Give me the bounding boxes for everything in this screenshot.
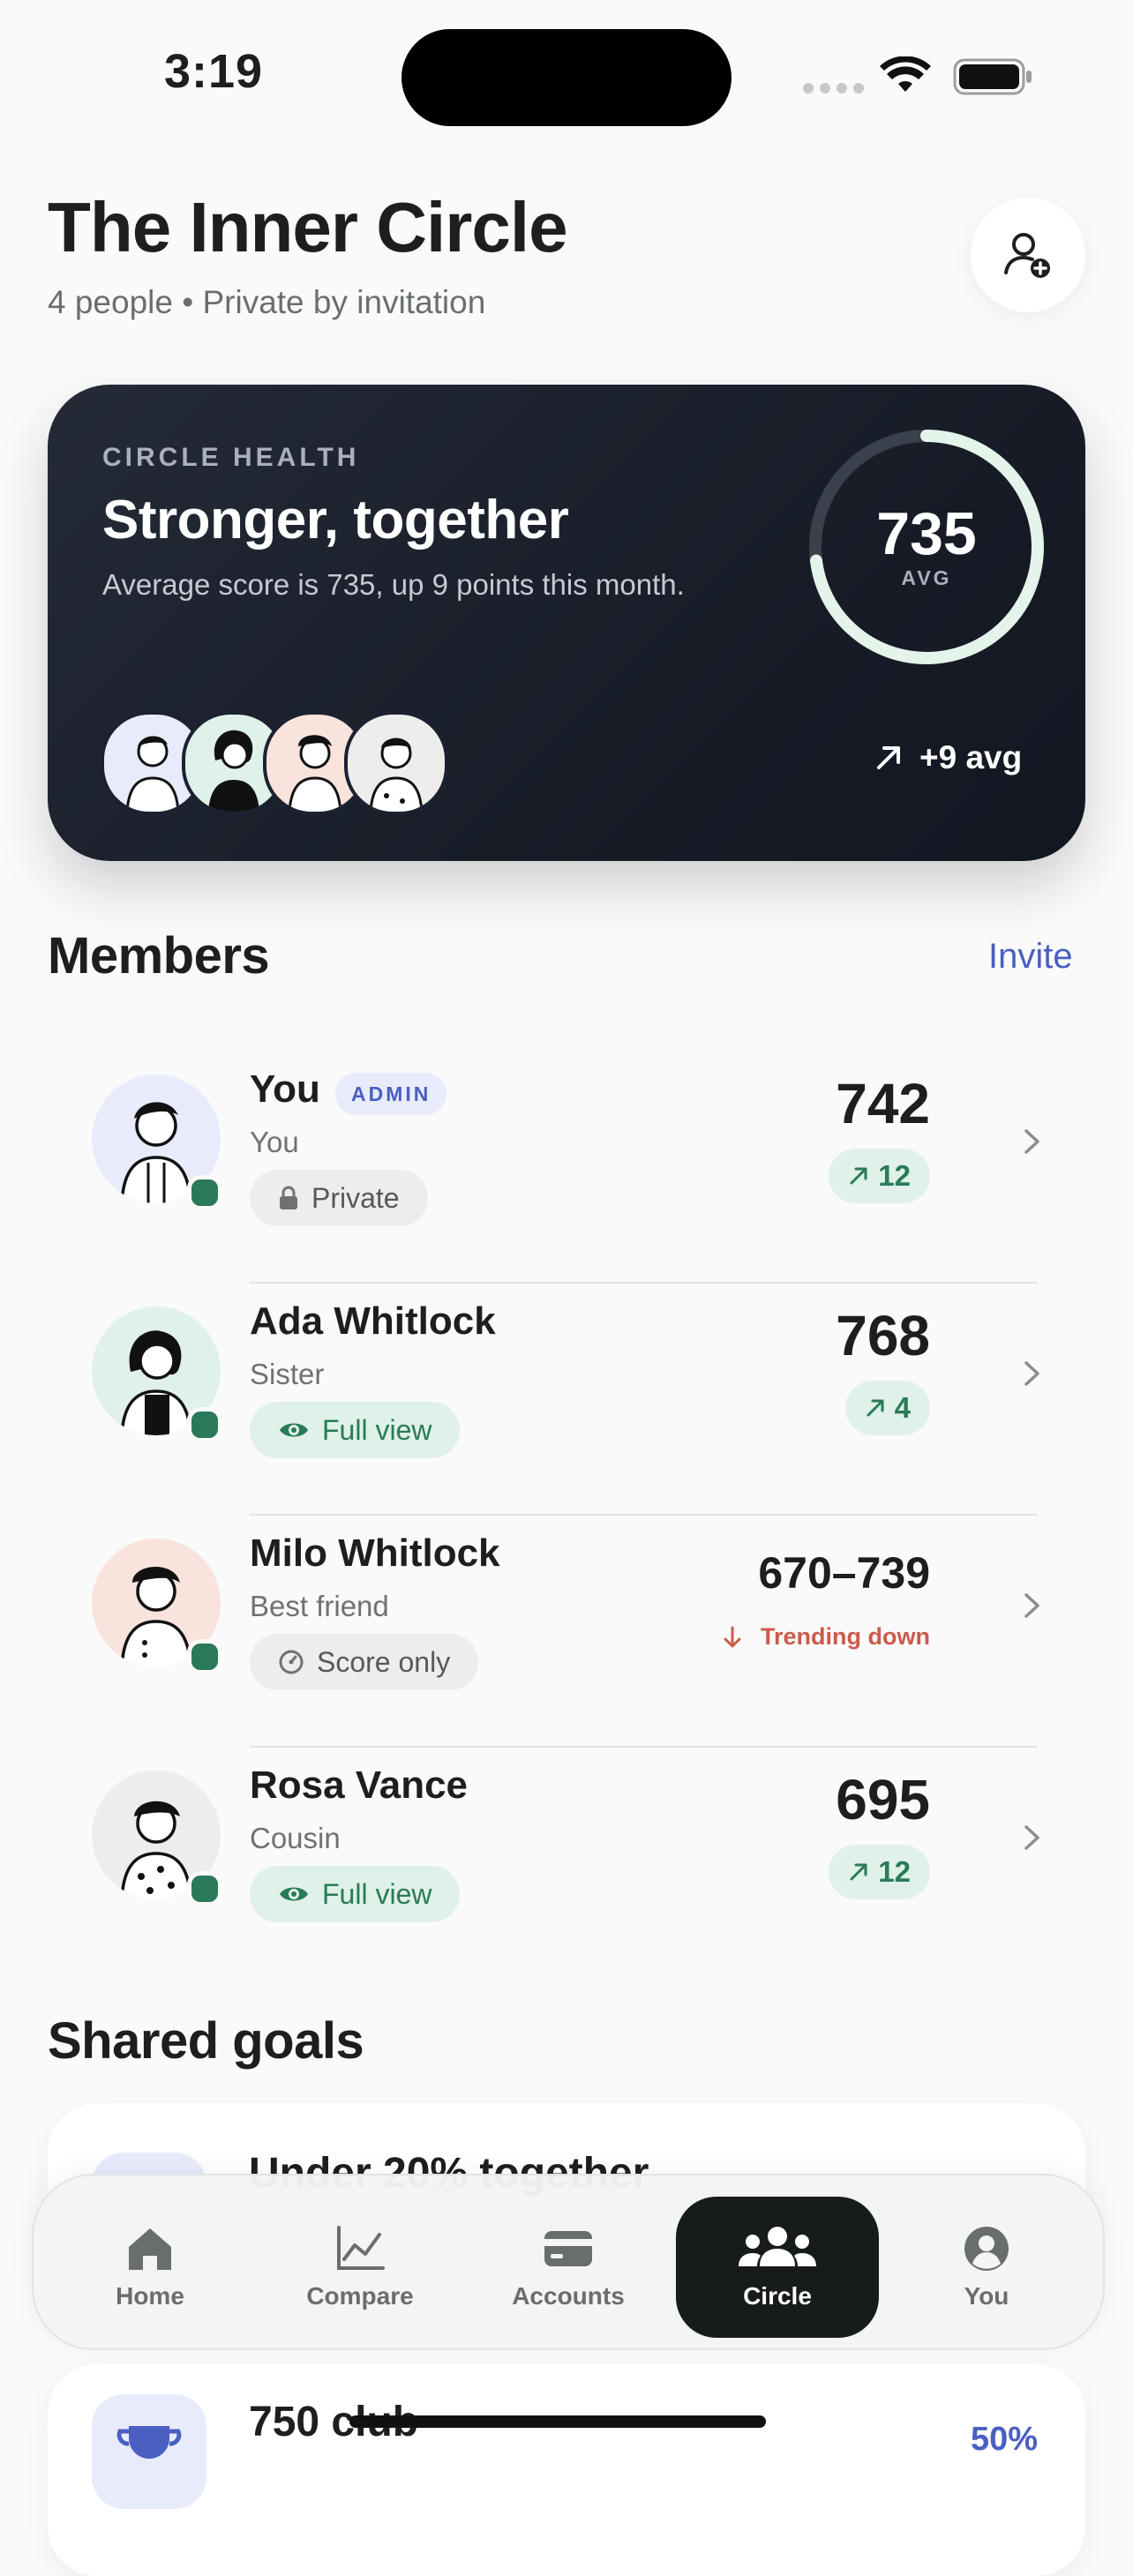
tab-accounts[interactable]: Accounts [467,2197,670,2338]
member-score: 742 [836,1072,930,1135]
visibility-label: Private [311,1181,400,1214]
goal-icon [92,2394,206,2509]
visibility-chip: Full view [250,1402,461,1458]
tab-label: You [964,2282,1009,2310]
tab-you[interactable]: You [885,2197,1088,2338]
card-description: Average score is 735, up 9 points this m… [102,568,685,601]
member-row-ada-whitlock[interactable]: Ada Whitlock Sister Full view 768 4 [48,1284,1085,1516]
tab-circle[interactable]: Circle [676,2197,879,2338]
member-relation: Best friend [250,1590,389,1622]
eye-icon [280,1887,308,1901]
arrow-up-right-icon [867,1399,884,1417]
avatar [92,1307,222,1442]
avatar [92,1539,222,1674]
home-icon [129,2228,171,2270]
tab-compare[interactable]: Compare [259,2197,461,2338]
circle-health-card[interactable]: CIRCLE HEALTH Stronger, together Average… [48,385,1085,861]
ring-value: 735 [876,500,977,567]
eye-icon [280,1423,308,1437]
member-avatar-stack [101,711,448,815]
online-indicator [187,1871,222,1906]
member-row-rosa-vance[interactable]: Rosa Vance Cousin Full view 695 12 [48,1748,1085,1980]
tab-bar: Home Compare Accounts Circle You [32,2174,1105,2350]
page-subtitle: 4 people • Private by invitation [48,284,486,320]
avatar [344,711,448,815]
visibility-label: Full view [322,1877,432,1910]
arrow-up-right-icon [850,1863,867,1881]
delta-value: 12 [878,1855,911,1888]
tab-label: Home [116,2282,184,2310]
member-row-milo-whitlock[interactable]: Milo Whitlock Best friend Score only 670… [48,1516,1085,1748]
member-name: Ada Whitlock [250,1299,496,1343]
member-relation: Sister [250,1358,325,1390]
member-relation: Cousin [250,1822,341,1854]
user-plus-icon [1004,233,1050,278]
shared-goals-title: Shared goals [48,2012,364,2070]
dynamic-island [401,29,732,126]
online-indicator [187,1407,222,1442]
trend-label: +9 avg [919,739,1023,775]
member-score-range: 670–739 [758,1548,930,1598]
goal-card-750-club[interactable]: 750 club 50% [48,2364,1085,2576]
score-delta: 4 [844,1381,930,1435]
member-name: You [250,1067,320,1111]
status-time: 3:19 [164,45,264,98]
page-title: The Inner Circle [48,188,568,266]
member-row-you[interactable]: You ADMIN You Private 742 12 [48,1052,1085,1284]
gauge-icon [279,1650,304,1674]
card-title: Stronger, together [102,490,569,550]
trend-down: Trending down [722,1623,930,1651]
card-icon [544,2231,592,2266]
arrow-up-right-icon [850,1167,867,1185]
visibility-chip: Score only [250,1634,479,1690]
chevron-right-icon [1024,1361,1039,1386]
profile-icon [964,2227,1009,2271]
trend-label: Trending down [761,1623,930,1650]
goal-progress: 50% [970,2421,1038,2458]
delta-value: 4 [894,1391,911,1424]
chevron-right-icon [1024,1593,1039,1618]
score-delta: 12 [829,1845,930,1899]
online-indicator [187,1175,222,1210]
chart-icon [337,2226,385,2270]
member-score: 695 [836,1768,930,1831]
member-score: 768 [836,1304,930,1367]
tab-label: Circle [743,2282,812,2310]
invite-link[interactable]: Invite [988,937,1073,977]
people-icon [739,2227,816,2266]
ring-label: AVG [901,566,952,589]
member-name: Milo Whitlock [250,1531,500,1575]
chevron-right-icon [1024,1129,1039,1154]
tab-label: Compare [306,2282,414,2310]
average-trend: +9 avg [874,739,1022,776]
add-member-button[interactable] [971,198,1085,312]
avatar [92,1075,222,1210]
signal-icon [803,83,864,94]
visibility-label: Score only [317,1645,451,1678]
lock-icon [280,1186,297,1209]
member-name: Rosa Vance [250,1764,469,1807]
home-indicator [349,2415,766,2428]
visibility-chip: Full view [250,1866,461,1922]
visibility-label: Full view [322,1413,432,1446]
card-eyebrow: CIRCLE HEALTH [102,443,360,472]
battery-icon [953,58,1032,95]
chevron-right-icon [1024,1825,1039,1850]
trophy-icon [116,2426,182,2459]
member-relation: You [250,1126,299,1158]
delta-value: 12 [878,1159,911,1192]
members-title: Members [48,927,270,985]
online-indicator [187,1639,222,1674]
wifi-icon [880,56,931,92]
tab-label: Accounts [512,2282,625,2310]
avatar [92,1771,222,1906]
arrow-up-right-icon [877,746,900,769]
score-delta: 12 [829,1149,930,1203]
arrow-down-icon [724,1626,741,1647]
admin-badge: ADMIN [335,1073,447,1115]
tab-home[interactable]: Home [49,2197,251,2338]
visibility-chip: Private [250,1170,428,1226]
